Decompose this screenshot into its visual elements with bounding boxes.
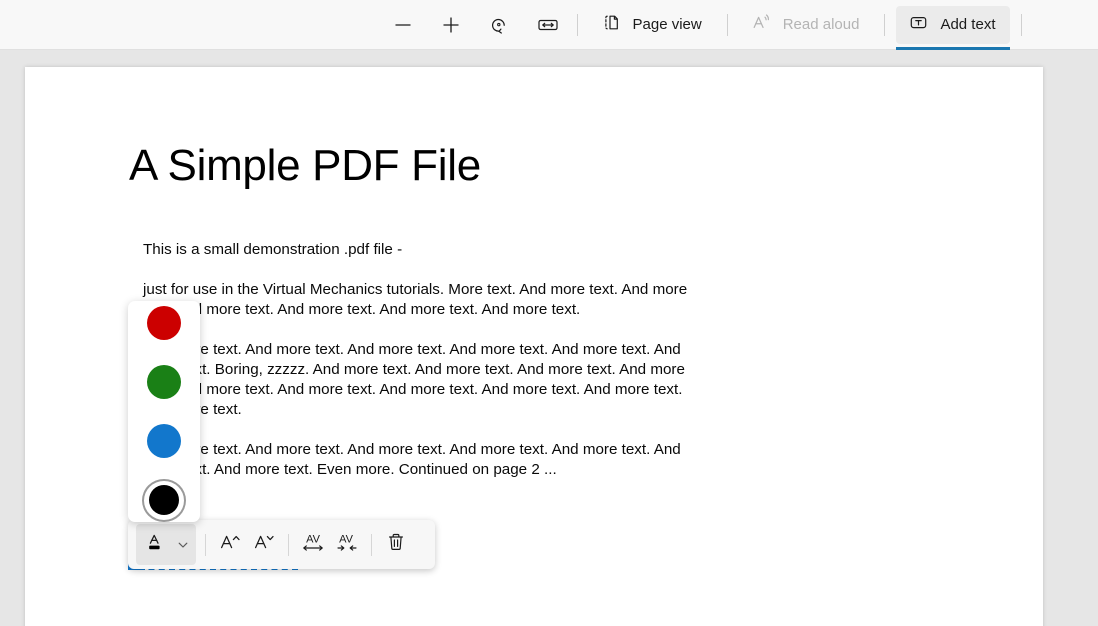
swatch-fill [147,424,181,459]
swatch-fill [147,364,181,399]
fit-to-width-button[interactable] [530,8,566,42]
add-text-label: Add text [940,16,996,33]
page-view-icon [601,12,622,37]
color-swatch-red[interactable] [142,301,186,344]
page-title: A Simple PDF File [129,141,481,190]
read-aloud-button[interactable]: Read aloud [739,6,874,44]
format-divider-3 [371,533,372,556]
delete-text-button[interactable] [379,528,413,562]
font-grow-icon [217,529,243,560]
document-paragraph: And more text. And more text. And more t… [143,441,681,478]
swatch-fill [149,485,179,516]
font-color-flyout [128,301,200,522]
document-paragraph: just for use in the Virtual Mechanics tu… [143,281,688,318]
increase-font-size-button[interactable] [213,528,247,562]
font-color-chevron-down-icon[interactable] [172,528,194,562]
toolbar-divider-3 [884,13,886,36]
document-paragraph: And more text. And more text. And more t… [143,341,685,418]
font-color-control[interactable] [136,524,196,565]
toolbar-divider-4 [1020,13,1022,36]
toolbar-divider-2 [726,13,728,36]
rotate-icon [488,14,510,36]
svg-text:AV: AV [339,534,354,546]
font-shrink-icon [251,529,277,560]
minus-icon [392,14,414,36]
swatch-fill [147,305,181,340]
zoom-out-button[interactable] [386,8,420,42]
fit-width-icon [536,14,560,36]
read-aloud-label: Read aloud [782,16,860,33]
document-paragraph: This is a small demonstration .pdf file … [143,241,403,258]
spacing-decrease-icon: AV [333,529,361,560]
add-text-icon [908,12,929,37]
text-format-toolbar: AV AV [128,520,435,569]
plus-icon [440,14,462,36]
svg-text:AV: AV [306,534,321,546]
toolbar-divider-1 [576,13,578,36]
add-text-button[interactable]: Add text [896,5,1010,50]
format-divider-2 [288,533,289,556]
rotate-button[interactable] [482,8,516,42]
format-divider-1 [205,533,206,556]
color-swatch-blue[interactable] [142,419,186,462]
decrease-font-size-button[interactable] [247,528,281,562]
font-color-button[interactable] [138,528,172,562]
pdf-viewer-toolbar: Page view Read aloud Add text [0,0,1098,50]
decrease-text-spacing-button[interactable]: AV [330,528,364,562]
spacing-increase-icon: AV [299,529,327,560]
read-aloud-icon [751,12,772,37]
page-view-label: Page view [632,16,702,33]
font-color-icon [143,530,167,559]
color-swatch-green[interactable] [142,360,186,403]
increase-text-spacing-button[interactable]: AV [296,528,330,562]
trash-icon [384,530,408,559]
zoom-in-button[interactable] [434,8,468,42]
color-swatch-black[interactable] [142,478,186,522]
page-view-button[interactable]: Page view [589,6,716,44]
pdf-viewer-canvas: A Simple PDF File This is a small demons… [0,50,1098,626]
